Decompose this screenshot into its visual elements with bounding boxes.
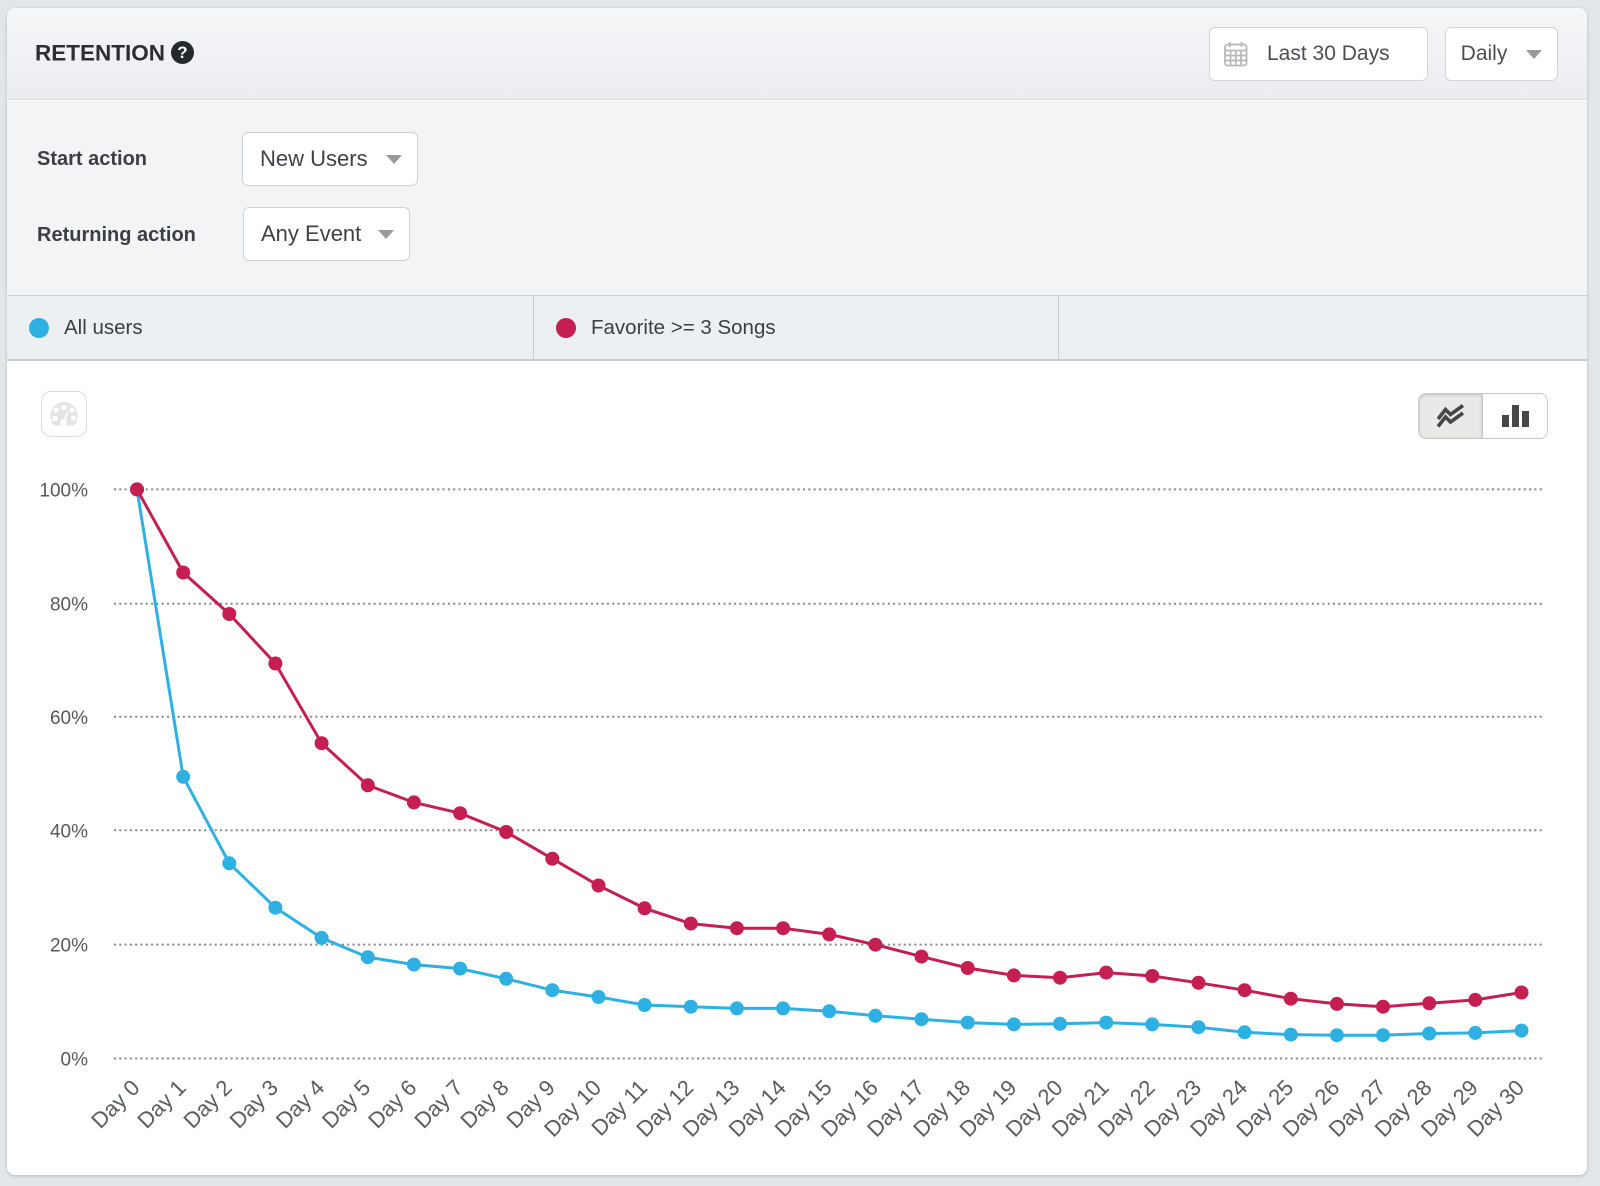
svg-text:Day 1: Day 1 bbox=[132, 1075, 190, 1133]
svg-text:60%: 60% bbox=[50, 708, 88, 729]
svg-text:100%: 100% bbox=[39, 480, 88, 501]
svg-text:Day 2: Day 2 bbox=[179, 1075, 237, 1133]
svg-text:Day 7: Day 7 bbox=[409, 1075, 467, 1133]
svg-text:80%: 80% bbox=[50, 595, 88, 616]
svg-text:0%: 0% bbox=[61, 1050, 89, 1071]
svg-text:Day 8: Day 8 bbox=[455, 1075, 513, 1133]
svg-text:Day 3: Day 3 bbox=[225, 1075, 283, 1133]
svg-text:Day 4: Day 4 bbox=[271, 1075, 329, 1133]
svg-text:Day 6: Day 6 bbox=[363, 1075, 421, 1133]
svg-text:Day 5: Day 5 bbox=[317, 1075, 375, 1133]
svg-text:40%: 40% bbox=[50, 821, 88, 842]
svg-text:Day 0: Day 0 bbox=[86, 1075, 144, 1133]
svg-text:20%: 20% bbox=[50, 936, 88, 957]
